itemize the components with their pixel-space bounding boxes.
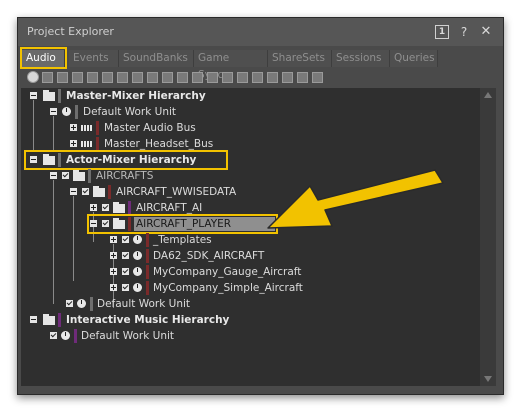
callout-arrow-icon bbox=[267, 169, 444, 229]
